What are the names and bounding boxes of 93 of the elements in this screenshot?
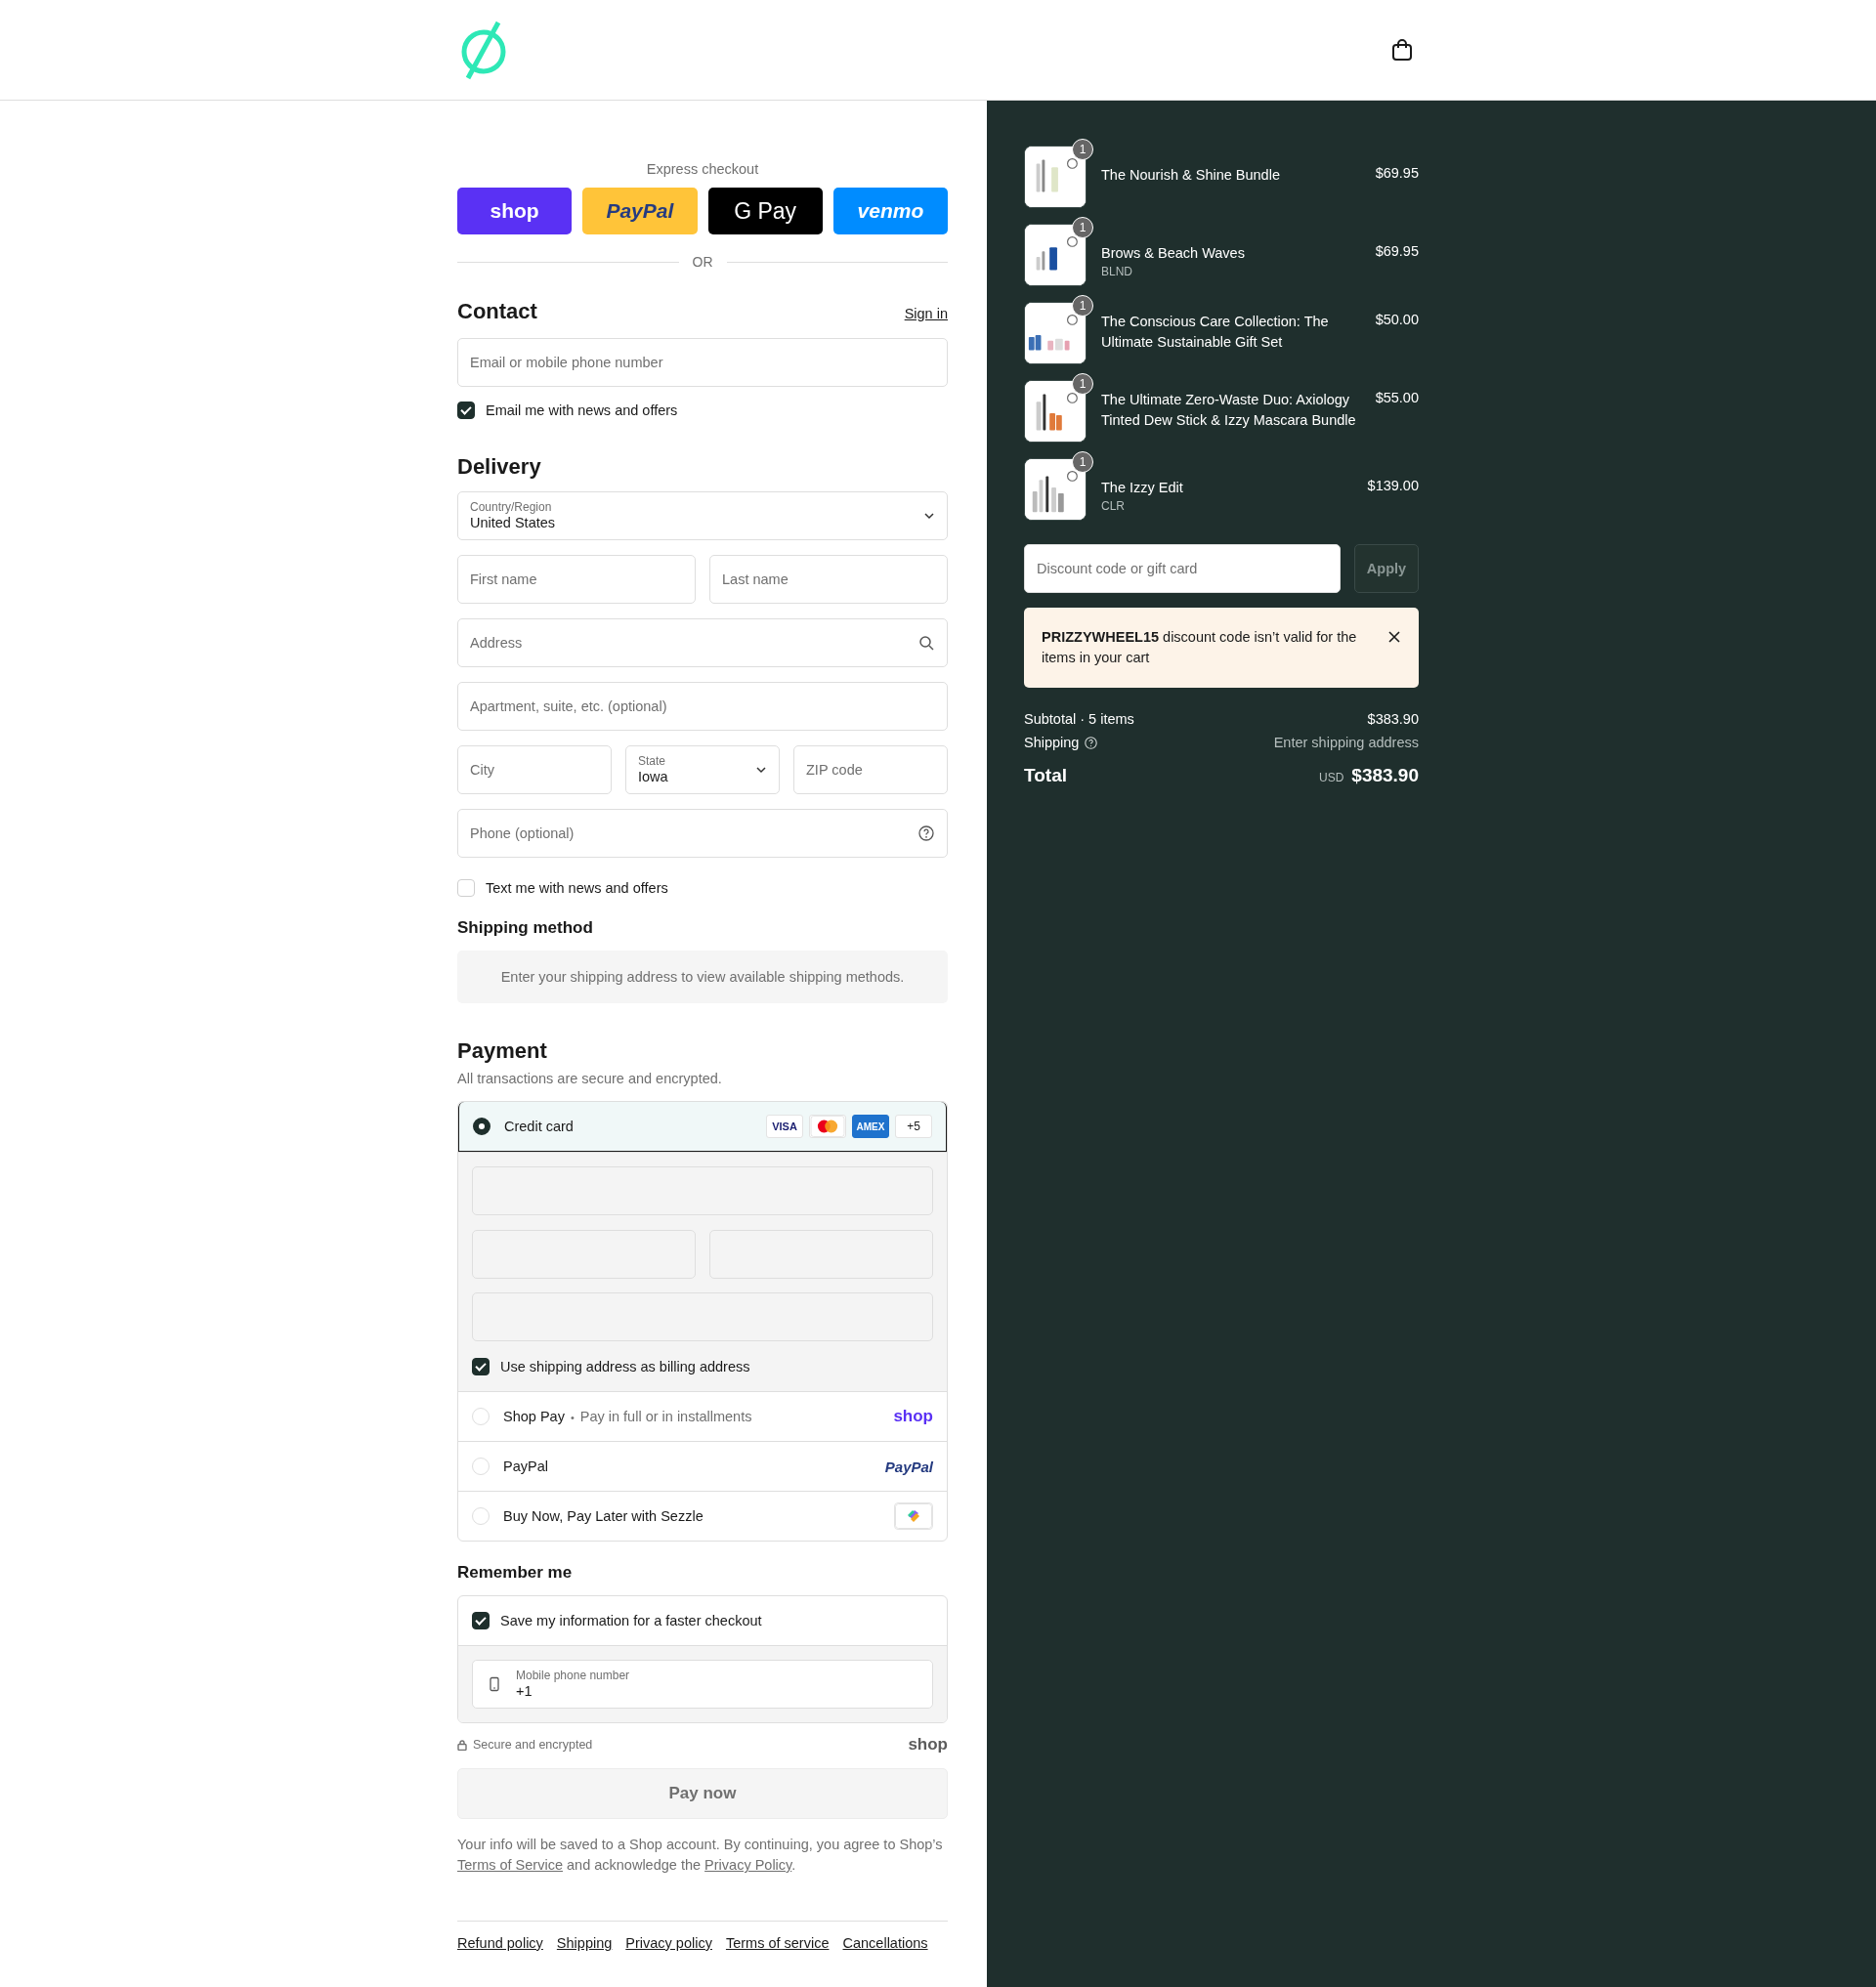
footer-link[interactable]: Cancellations [842, 1935, 928, 1951]
product-price: $50.00 [1375, 311, 1419, 327]
policy-link[interactable]: Terms of Service [457, 1857, 563, 1873]
section-title: Contact [457, 299, 537, 324]
chevron-down-icon [755, 764, 767, 776]
option-label: Credit card [504, 1119, 575, 1134]
shipping-label: Shipping [1024, 735, 1080, 750]
subtotal-label: Subtotal · 5 items [1024, 711, 1134, 727]
card-brand-logo: +5 [895, 1115, 932, 1138]
info-message: Enter your shipping address to view available shipping methods. [457, 951, 948, 1003]
footer-link[interactable]: Shipping [556, 1935, 613, 1951]
input-field[interactable]: Email or mobile phone number [457, 338, 948, 387]
legal-text: Your info will be saved to a Shop account. By continuing, you agree to Shop’s Terms of Service and acknowledge the Privacy Policy. [457, 1836, 944, 1875]
checkbox[interactable] [472, 1612, 490, 1629]
section-title: Payment [457, 1038, 548, 1064]
product-name: The Ultimate Zero-Waste Duo: Axiology Tinted Dew Stick & Izzy Mascara Bundle [1101, 391, 1357, 430]
close-icon[interactable] [1387, 630, 1401, 644]
currency-code: USD [1318, 771, 1344, 784]
payment-option[interactable]: Shop Pay • Pay in full or in installments shop [458, 1391, 947, 1441]
input-field[interactable]: Last name [709, 555, 948, 604]
search-icon [918, 635, 934, 651]
payment-button[interactable]: shop [457, 188, 573, 234]
product-price: $139.00 [1367, 477, 1419, 493]
separator-dot: • [570, 1412, 575, 1423]
radio-button[interactable] [473, 1118, 490, 1135]
product-name: The Izzy Edit [1101, 479, 1184, 497]
product-price: $69.95 [1375, 164, 1419, 181]
divider-label: OR [692, 254, 713, 270]
quantity-badge: 1 [1072, 217, 1093, 238]
chevron-down-icon [923, 510, 935, 522]
payment-option[interactable]: PayPal PayPal [458, 1441, 947, 1491]
payment-button[interactable]: PayPal [582, 188, 698, 234]
quantity-badge: 1 [1072, 373, 1093, 395]
payment-button[interactable]: G Pay [707, 188, 823, 234]
checkbox-label: Use shipping address as billing address [500, 1359, 750, 1374]
option-label: Buy Now, Pay Later with Sezzle [503, 1508, 704, 1524]
shopping-bag-icon[interactable] [1391, 38, 1413, 62]
product-variant: CLR [1101, 499, 1126, 513]
quantity-badge: 1 [1072, 139, 1093, 160]
lock-icon [457, 1739, 467, 1751]
shipping-value: Enter shipping address [1273, 735, 1419, 750]
quantity-badge: 1 [1072, 295, 1093, 317]
dropdown[interactable]: Country/Region United States [457, 491, 948, 540]
option-label: PayPal [503, 1459, 549, 1474]
section-subtitle: All transactions are secure and encrypted. [457, 1071, 723, 1086]
product-price: $69.95 [1375, 242, 1419, 259]
footer-link[interactable]: Refund policy [457, 1935, 543, 1951]
shop-logo: shop [908, 1735, 948, 1754]
quantity-badge: 1 [1072, 451, 1093, 473]
product-name: Brows & Beach Waves [1101, 244, 1246, 263]
phone-icon [487, 1676, 502, 1692]
input-field[interactable]: Apartment, suite, etc. (optional) [457, 682, 948, 731]
shop-logo: shop [893, 1407, 933, 1426]
discount-field[interactable]: Discount code or gift card [1024, 544, 1341, 593]
input-field[interactable]: Address [457, 618, 948, 667]
checkbox-label: Email me with news and offers [486, 402, 678, 418]
option-label: Shop Pay [503, 1409, 565, 1424]
apply-button[interactable]: Apply [1354, 544, 1419, 593]
checkbox[interactable] [472, 1358, 490, 1375]
footer-link[interactable]: Terms of service [725, 1935, 830, 1951]
checkbox-label: Text me with news and offers [486, 880, 668, 896]
error-message: PRIZZYWHEEL15 discount code isn’t valid for the items in your cart [1042, 628, 1358, 667]
subtotal-value: $383.90 [1367, 711, 1419, 727]
footer-link[interactable]: Privacy policy [625, 1935, 712, 1951]
total-label: Total [1024, 765, 1067, 786]
section-title: Delivery [457, 454, 542, 480]
section-title: Remember me [457, 1563, 574, 1583]
input-field[interactable]: City [457, 745, 612, 794]
product-price: $55.00 [1375, 389, 1419, 405]
help-icon[interactable] [918, 825, 934, 841]
payment-option[interactable]: Buy Now, Pay Later with Sezzle [458, 1491, 947, 1541]
sign-in-link[interactable]: Sign in [904, 306, 948, 321]
product-name: The Conscious Care Collection: The Ultimate Sustainable Gift Set [1101, 313, 1330, 352]
total-amount: $383.90 [1351, 765, 1419, 786]
product-name: The Nourish & Shine Bundle [1101, 166, 1281, 185]
card-brand-logo: VISA [766, 1115, 803, 1138]
dropdown[interactable]: State Iowa [625, 745, 780, 794]
input-field[interactable]: ZIP code [793, 745, 948, 794]
card-brand-logo: AMEX [852, 1115, 889, 1138]
checkbox-label: Save my information for a faster checkout [500, 1613, 762, 1628]
input-field[interactable]: Phone (optional) [457, 809, 948, 858]
card-brand-icon [809, 1115, 846, 1138]
input-field[interactable]: First name [457, 555, 696, 604]
phone-input[interactable]: Mobile phone number +1 [472, 1660, 933, 1709]
section-label: Express checkout [645, 161, 760, 177]
section-title: Shipping method [457, 918, 594, 938]
sezzle-icon [894, 1502, 933, 1530]
secure-note: Secure and encrypted [473, 1738, 593, 1752]
checkbox[interactable] [457, 402, 475, 419]
product-variant: BLND [1101, 265, 1133, 278]
payment-option[interactable]: Credit card VISA AMEX +5 [458, 1102, 947, 1152]
option-note: Pay in full or in installments [579, 1409, 752, 1424]
paypal-logo: PayPal [884, 1458, 933, 1475]
